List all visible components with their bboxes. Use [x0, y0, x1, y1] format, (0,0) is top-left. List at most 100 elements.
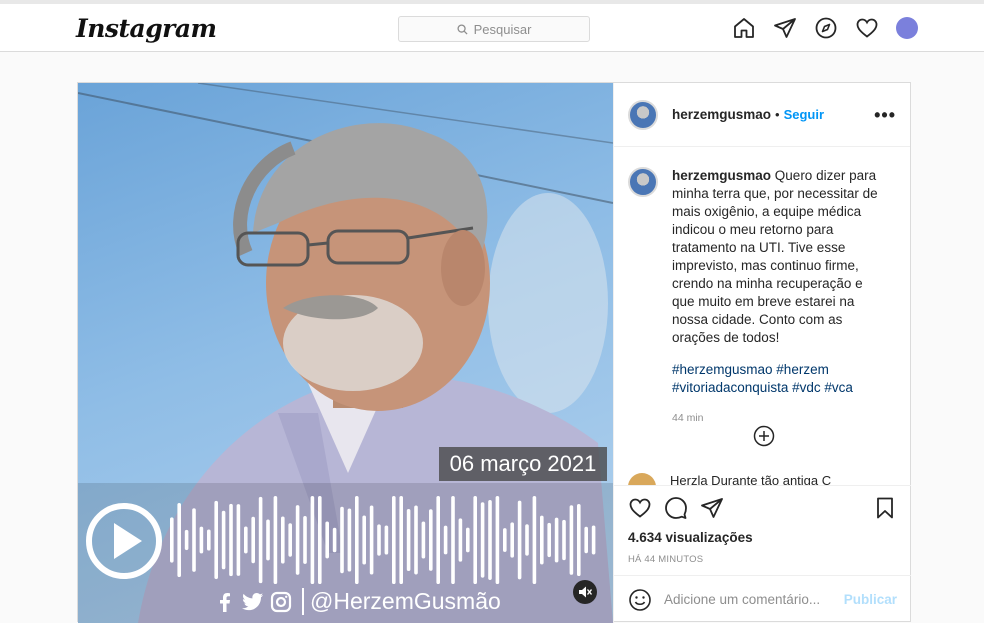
waveform-bar	[229, 503, 233, 577]
waveform-bar	[547, 522, 551, 558]
bookmark-icon[interactable]	[873, 496, 897, 520]
caption-username[interactable]: herzemgusmao	[672, 168, 771, 183]
home-icon[interactable]	[732, 16, 756, 40]
caption-time: 44 min	[672, 412, 704, 424]
heart-icon[interactable]	[855, 16, 879, 40]
post-actions: 4.634 visualizações HÁ 44 MINUTOS	[614, 485, 911, 565]
waveform-bar	[325, 521, 329, 559]
waveform-bar	[495, 496, 500, 584]
waveform-bar	[244, 526, 248, 554]
waveform-bar	[488, 500, 492, 580]
share-send-icon[interactable]	[700, 496, 724, 520]
waveform-bar	[199, 526, 204, 554]
waveform-bar	[584, 526, 588, 554]
caption-text: Quero dizer para minha terra que, por ne…	[672, 168, 878, 345]
waveform-bar	[406, 508, 411, 572]
waveform-bar	[214, 500, 218, 580]
mute-button[interactable]	[573, 580, 597, 604]
top-navigation-bar: Instagram Pesquisar	[0, 0, 984, 52]
waveform-bar	[258, 496, 263, 584]
separator-dot: •	[775, 107, 780, 122]
waveform-bar	[288, 523, 292, 557]
waveform-bar	[377, 524, 381, 556]
explore-icon[interactable]	[814, 16, 838, 40]
search-placeholder: Pesquisar	[473, 21, 532, 37]
load-more-comments-icon[interactable]	[753, 425, 775, 447]
post-header: herzemgusmao • Seguir •••	[614, 83, 910, 147]
caption-body: herzemgusmao Quero dizer para minha terr…	[672, 167, 884, 427]
author-username[interactable]: herzemgusmao	[672, 107, 771, 122]
waveform-bar	[480, 502, 485, 578]
add-comment-bar: Adicione um comentário... Publicar	[614, 575, 911, 623]
waveform-bar	[295, 505, 300, 575]
waveform-bar	[443, 525, 448, 555]
waveform-bar	[340, 506, 344, 574]
caption-author-avatar[interactable]	[628, 167, 658, 197]
waveform-bar	[421, 521, 426, 559]
waveform-bar	[525, 524, 529, 556]
instagram-logo[interactable]: Instagram	[76, 14, 217, 43]
waveform-bar	[517, 500, 522, 580]
waveform-bar	[369, 505, 374, 575]
like-heart-icon[interactable]	[628, 496, 652, 520]
search-icon	[457, 23, 468, 35]
waveform-bar	[540, 515, 544, 565]
waveform-bar	[192, 508, 196, 572]
waveform-bar	[332, 527, 337, 553]
search-input[interactable]: Pesquisar	[398, 16, 590, 42]
waveform-bar	[266, 519, 270, 561]
date-badge: 06 março 2021	[439, 447, 607, 481]
comment-preview: Herzla Durante tão antiga C	[628, 473, 898, 485]
waveform-bar	[414, 505, 418, 575]
comment-icon[interactable]	[664, 496, 688, 520]
waveform-bar	[355, 496, 359, 584]
social-handle-bar: @HerzemGusmão	[214, 588, 501, 615]
waveform-bar	[399, 496, 403, 584]
commenter-avatar[interactable]	[628, 473, 656, 485]
comment-input[interactable]: Adicione um comentário...	[664, 592, 844, 607]
post-time-ago[interactable]: HÁ 44 MINUTOS	[628, 554, 897, 565]
view-count[interactable]: 4.634 visualizações	[628, 530, 897, 545]
waveform-bar	[347, 508, 352, 572]
waveform-bar	[451, 496, 455, 584]
audio-waveform	[170, 496, 596, 584]
emoji-icon[interactable]	[628, 588, 652, 612]
profile-avatar[interactable]	[896, 17, 918, 39]
follow-button[interactable]: Seguir	[784, 107, 824, 122]
waveform-bar	[503, 528, 507, 552]
waveform-bar	[562, 519, 566, 561]
waveform-bar	[569, 505, 574, 575]
publish-button[interactable]: Publicar	[844, 592, 897, 607]
waveform-bar	[458, 518, 463, 562]
twitter-icon	[242, 592, 264, 610]
waveform-bar	[466, 527, 470, 553]
waveform-bar	[184, 529, 189, 551]
post-caption: herzemgusmao Quero dizer para minha terr…	[628, 167, 898, 427]
play-icon[interactable]	[84, 501, 164, 581]
waveform-bar	[554, 517, 559, 563]
author-avatar[interactable]	[628, 99, 658, 130]
waveform-bar	[392, 496, 396, 584]
waveform-bar	[207, 529, 211, 551]
waveform-bar	[591, 525, 596, 555]
waveform-bar	[251, 516, 255, 564]
waveform-bar	[384, 525, 389, 555]
post-sidebar: herzemgusmao • Seguir ••• herzemgusmao Q…	[613, 83, 911, 623]
instagram-icon	[270, 591, 292, 612]
social-handle-text: @HerzemGusmão	[302, 588, 501, 615]
caption-hashtags[interactable]: #herzemgusmao #herzem #vitoriadaconquist…	[672, 361, 884, 397]
send-icon[interactable]	[773, 16, 797, 40]
facebook-icon	[220, 592, 230, 612]
waveform-bar	[310, 496, 315, 584]
post-media-video[interactable]: 06 março 2021 @HerzemGusmão	[78, 83, 613, 623]
waveform-bar	[236, 504, 241, 576]
waveform-bar	[473, 496, 477, 584]
comment-preview-text: Herzla Durante tão antiga C	[670, 473, 832, 485]
waveform-bar	[170, 517, 174, 563]
waveform-bar	[436, 496, 440, 584]
waveform-bar	[532, 496, 537, 584]
waveform-bar	[273, 496, 278, 584]
waveform-bar	[303, 516, 307, 564]
nav-icons	[732, 16, 918, 40]
more-options-icon[interactable]: •••	[874, 105, 896, 126]
